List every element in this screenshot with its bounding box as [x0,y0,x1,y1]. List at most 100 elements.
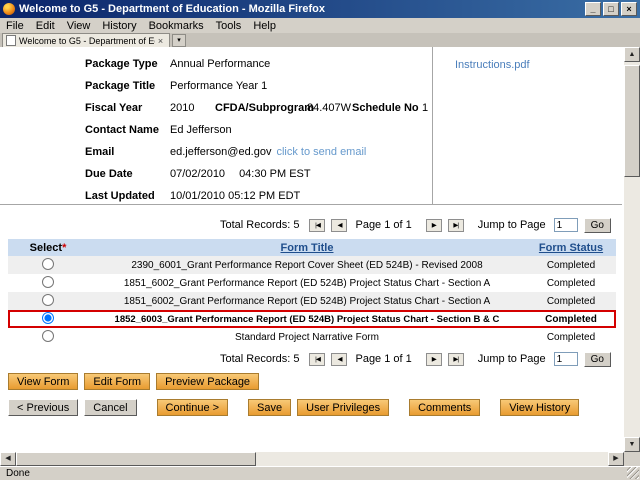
detail-row-email: Email ed.jefferson@ed.gov click to send … [85,141,432,163]
form-status-column-header[interactable]: Form Status [526,242,616,254]
send-email-link[interactable]: click to send email [276,146,366,158]
select-header-text: Select [30,242,62,254]
navigation-buttons: < Previous Cancel Continue > Save User P… [8,399,579,416]
page-favicon-icon [6,35,16,46]
go-button[interactable]: Go [584,218,611,233]
menu-edit[interactable]: Edit [30,20,61,32]
contact-name-value: Ed Jefferson [170,124,232,136]
cancel-button[interactable]: Cancel [84,399,136,416]
scrollbar-corner [624,452,640,466]
detail-row-package-type: Package Type Annual Performance [85,53,432,75]
form-select-radio[interactable] [42,312,54,324]
jump-to-page-input[interactable] [554,352,578,366]
last-page-icon[interactable]: ▶| [448,353,464,366]
last-page-icon[interactable]: ▶| [448,219,464,232]
form-status-cell: Completed [526,278,616,289]
menu-file[interactable]: File [0,20,30,32]
resize-grip[interactable] [627,467,639,479]
menu-tools[interactable]: Tools [210,20,248,32]
vertical-scroll-thumb[interactable] [624,65,640,177]
close-icon[interactable]: × [621,2,637,16]
form-select-radio[interactable] [42,294,54,306]
horizontal-scroll-thumb[interactable] [16,452,256,466]
prev-page-icon[interactable]: ◀ [331,353,347,366]
tab-close-icon[interactable]: × [155,36,166,46]
maximize-icon[interactable]: □ [603,2,619,16]
preview-package-button[interactable]: Preview Package [156,373,259,390]
tab-title: Welcome to G5 - Department of Edu... [19,36,155,46]
last-updated-value: 10/01/2010 05:12 PM EDT [170,190,300,202]
package-details: Package Type Annual Performance Package … [0,47,432,204]
form-title-column-header[interactable]: Form Title [88,242,526,254]
form-title-cell: 1851_6002_Grant Performance Report (ED 5… [88,278,526,289]
email-label: Email [85,146,170,158]
form-action-buttons: View Form Edit Form Preview Package [8,373,259,390]
menu-view[interactable]: View [61,20,97,32]
pagination-top: Total Records: 5 |◀ ◀ Page 1 of 1 ▶ ▶| J… [0,215,622,235]
view-form-button[interactable]: View Form [8,373,78,390]
required-marker: * [62,242,66,254]
firefox-icon [3,3,15,15]
last-updated-label: Last Updated [85,190,170,202]
schedule-no-value: 1 [422,102,428,114]
menu-bookmarks[interactable]: Bookmarks [143,20,210,32]
jump-to-page-input[interactable] [554,218,578,232]
total-records-label: Total Records: 5 [220,219,299,231]
horizontal-scrollbar[interactable]: ◀ ▶ [0,452,624,466]
user-privileges-button[interactable]: User Privileges [297,399,389,416]
firefox-window: Welcome to G5 - Department of Education … [0,0,640,480]
comments-button[interactable]: Comments [409,399,480,416]
view-history-button[interactable]: View History [500,399,579,416]
pagination-bottom: Total Records: 5 |◀ ◀ Page 1 of 1 ▶ ▶| J… [0,349,622,369]
jump-to-page-label: Jump to Page [478,353,546,365]
title-bar[interactable]: Welcome to G5 - Department of Education … [0,0,640,18]
tab-welcome-g5[interactable]: Welcome to G5 - Department of Edu... × [2,33,170,47]
section-divider [0,204,622,205]
table-row: 2390_6001_Grant Performance Report Cover… [8,256,616,274]
next-page-icon[interactable]: ▶ [426,353,442,366]
detail-row-package-title: Package Title Performance Year 1 [85,75,432,97]
total-records-label: Total Records: 5 [220,353,299,365]
detail-row-fiscal-year: Fiscal Year 2010 CFDA/Subprogram 84.407W… [85,97,432,119]
previous-button[interactable]: < Previous [8,399,78,416]
scroll-right-icon[interactable]: ▶ [608,452,624,466]
first-page-icon[interactable]: |◀ [309,353,325,366]
table-row: 1851_6002_Grant Performance Report (ED 5… [8,274,616,292]
menu-history[interactable]: History [96,20,142,32]
first-page-icon[interactable]: |◀ [309,219,325,232]
scroll-left-icon[interactable]: ◀ [0,452,16,466]
window-title: Welcome to G5 - Department of Education … [19,3,583,15]
due-date-value: 07/02/2010 [170,168,225,180]
table-row: 1851_6002_Grant Performance Report (ED 5… [8,292,616,310]
instructions-pdf-link[interactable]: Instructions.pdf [455,59,530,71]
scroll-up-icon[interactable]: ▲ [624,47,640,62]
jump-to-page-label: Jump to Page [478,219,546,231]
fiscal-year-label: Fiscal Year [85,102,170,114]
form-select-radio[interactable] [42,330,54,342]
save-button[interactable]: Save [248,399,291,416]
form-status-cell: Completed [526,296,616,307]
edit-form-button[interactable]: Edit Form [84,373,150,390]
continue-button[interactable]: Continue > [157,399,229,416]
package-title-label: Package Title [85,80,170,92]
status-bar: Done [0,466,640,480]
menu-help[interactable]: Help [247,20,282,32]
table-row: Standard Project Narrative Form Complete… [8,328,616,346]
go-button[interactable]: Go [584,352,611,367]
prev-page-icon[interactable]: ◀ [331,219,347,232]
tab-dropdown-icon[interactable]: ▾ [172,34,186,47]
form-select-radio[interactable] [42,258,54,270]
forms-table: Select* Form Title Form Status 2390_6001… [8,239,616,346]
form-title-cell: 1852_6003_Grant Performance Report (ED 5… [88,314,526,325]
minimize-icon[interactable]: _ [585,2,601,16]
page-content: Package Type Annual Performance Package … [0,47,624,452]
form-title-cell: Standard Project Narrative Form [88,332,526,343]
email-value: ed.jefferson@ed.gov [170,146,271,158]
schedule-no-label: Schedule No [352,102,422,114]
scroll-down-icon[interactable]: ▼ [624,437,640,452]
select-column-header: Select* [8,242,88,254]
form-select-radio[interactable] [42,276,54,288]
next-page-icon[interactable]: ▶ [426,219,442,232]
vertical-scrollbar[interactable]: ▲ ▼ [624,47,640,452]
table-header-row: Select* Form Title Form Status [8,239,616,256]
